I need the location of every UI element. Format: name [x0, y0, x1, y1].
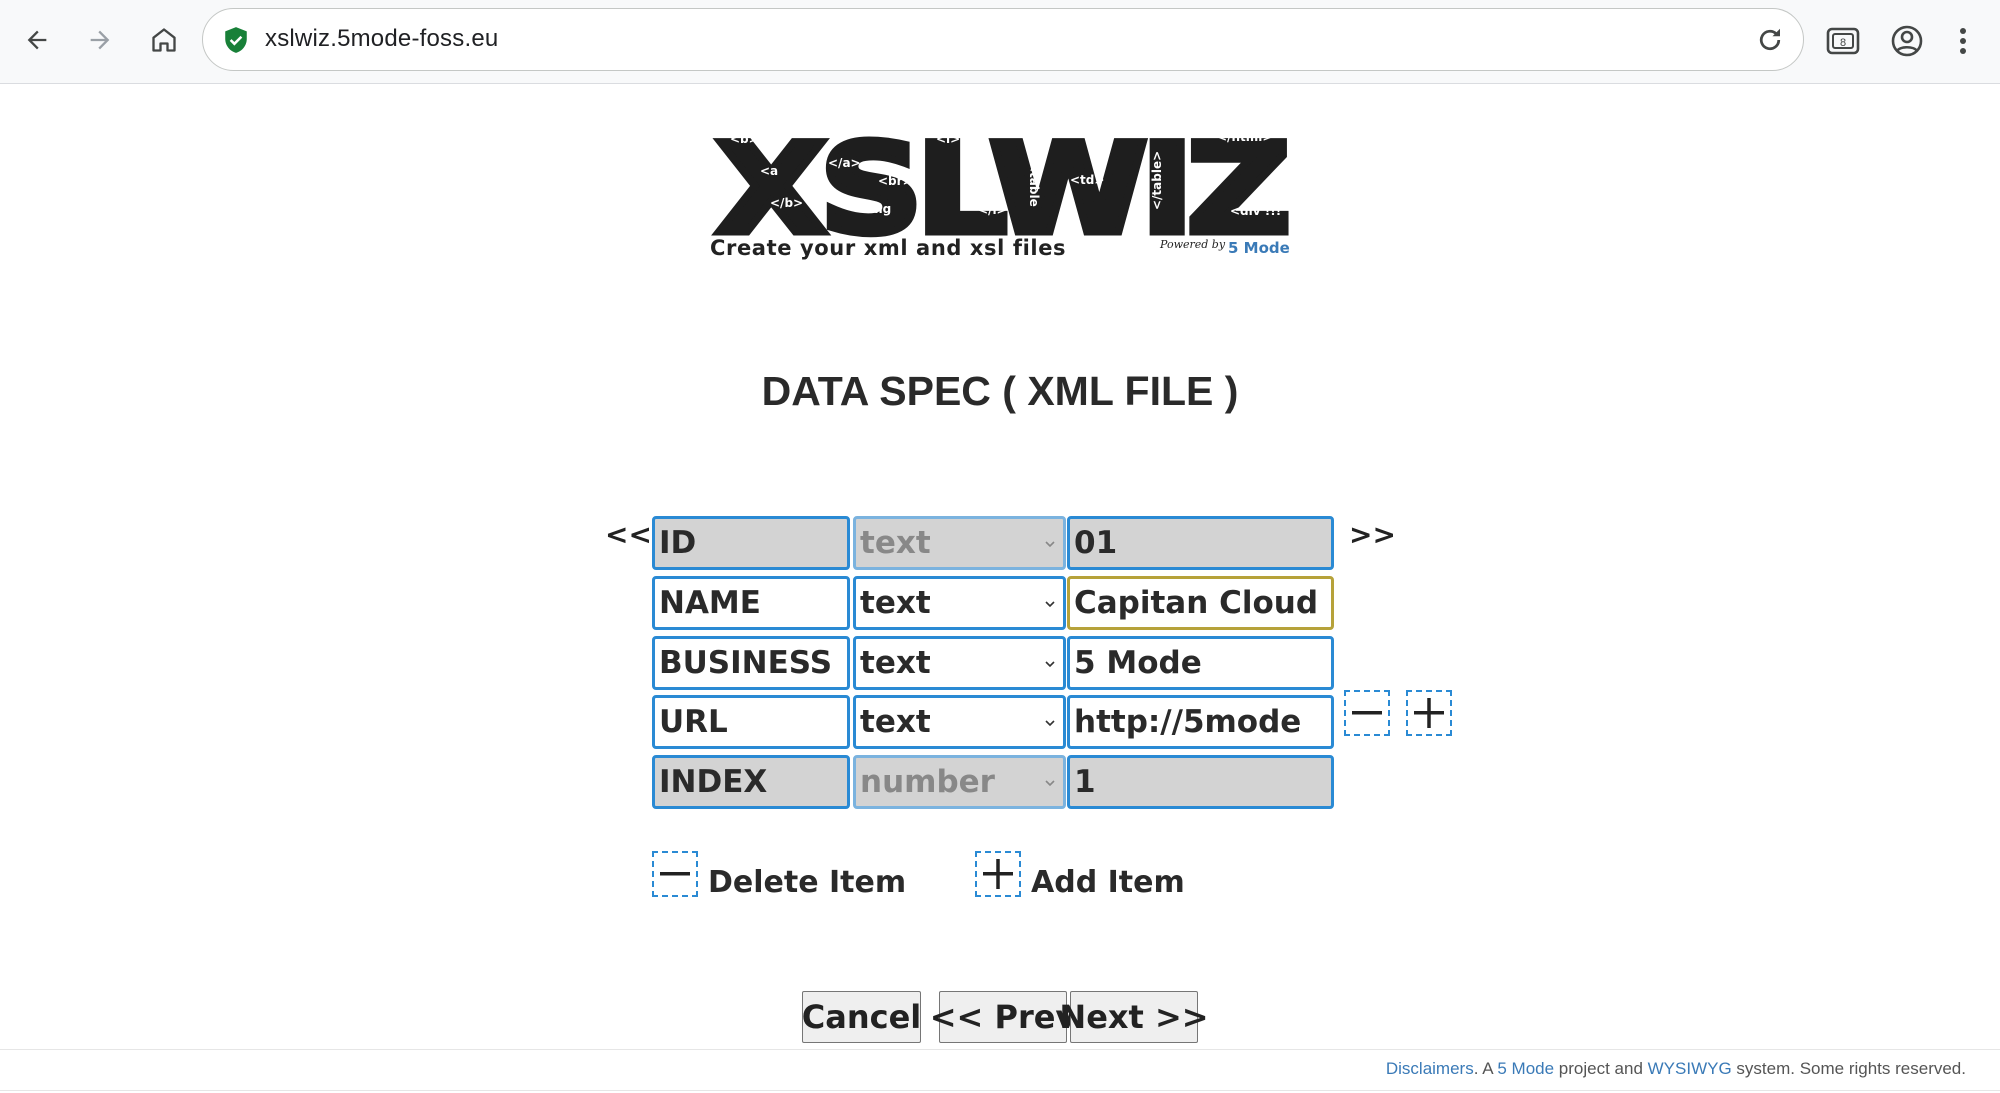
svg-text:<table: <table: [1027, 162, 1041, 207]
field-value-input[interactable]: 01: [1067, 516, 1334, 570]
reload-icon[interactable]: [1755, 25, 1785, 55]
powered-by-brand-link[interactable]: 5 Mode: [1228, 239, 1290, 257]
forward-button[interactable]: [77, 17, 123, 63]
add-item-label[interactable]: Add Item: [1031, 865, 1185, 900]
field-value-input[interactable]: http://5mode: [1067, 695, 1334, 749]
field-name-input[interactable]: INDEX: [652, 755, 850, 809]
kebab-menu-icon: [1960, 28, 1966, 54]
field-type-select[interactable]: number: [853, 755, 1066, 809]
delete-item-label[interactable]: Delete Item: [708, 865, 906, 900]
next-button[interactable]: Next >>: [1059, 991, 1209, 1043]
wysiwyg-link[interactable]: WYSIWYG: [1648, 1059, 1732, 1078]
tab-count: 8: [1840, 37, 1846, 49]
tagline: Create your xml and xsl files: [710, 236, 1067, 260]
disclaimers-link[interactable]: Disclaimers: [1386, 1059, 1474, 1078]
svg-text:</i>: </i>: [978, 203, 1007, 217]
forward-arrow-icon: [90, 30, 110, 50]
page-title: DATA SPEC ( XML FILE ): [761, 368, 1239, 414]
field-value-input[interactable]: 1: [1067, 755, 1334, 809]
tab-switcher-icon: 8: [1826, 27, 1860, 55]
remove-field-button[interactable]: [1344, 690, 1390, 736]
tab-switcher-button[interactable]: 8: [1822, 20, 1864, 62]
field-name-input[interactable]: NAME: [652, 576, 850, 630]
field-name-input[interactable]: ID: [652, 516, 850, 570]
svg-text:</b>: </b>: [770, 196, 803, 210]
field-type-select[interactable]: text: [853, 516, 1066, 570]
field-type-select[interactable]: text: [853, 636, 1066, 690]
add-field-button[interactable]: [1406, 690, 1452, 736]
field-value-input[interactable]: 5 Mode: [1067, 636, 1334, 690]
address-bar[interactable]: xslwiz.5mode-foss.eu: [202, 8, 1804, 71]
svg-text:<div !!!: <div !!!: [1230, 204, 1281, 218]
back-button[interactable]: [14, 17, 60, 63]
field-type-value: number: [860, 764, 995, 800]
chevron-down-icon: [1045, 780, 1055, 787]
home-icon: [152, 28, 176, 52]
chevron-down-icon: [1045, 720, 1055, 727]
home-button[interactable]: [141, 17, 187, 63]
next-record-link[interactable]: >>: [1349, 518, 1396, 551]
svg-text:</a>: </a>: [828, 156, 861, 170]
svg-text:<i>: <i>: [936, 132, 960, 146]
field-name-input[interactable]: URL: [652, 695, 850, 749]
back-arrow-icon: [27, 30, 47, 50]
field-type-select[interactable]: text: [853, 695, 1066, 749]
svg-text:<img: <img: [856, 202, 891, 216]
prev-record-link[interactable]: <<: [605, 518, 652, 551]
minus-icon: [1352, 711, 1382, 715]
svg-text:</html>: </html>: [1217, 130, 1272, 144]
field-type-value: text: [860, 645, 931, 681]
minus-icon: [660, 872, 690, 876]
5mode-link[interactable]: 5 Mode: [1497, 1059, 1554, 1078]
delete-item-button[interactable]: [652, 851, 698, 897]
browser-toolbar: xslwiz.5mode-foss.eu 8: [0, 0, 2000, 84]
plus-icon: [983, 859, 1013, 889]
footer-text: Disclaimers. A 5 Mode project and WYSIWY…: [1385, 1059, 1966, 1078]
svg-text:<td>: <td>: [1070, 173, 1104, 187]
field-name-input[interactable]: BUSINESS: [652, 636, 850, 690]
field-type-value: text: [860, 585, 931, 621]
add-item-button[interactable]: [975, 851, 1021, 897]
more-menu-button[interactable]: [1948, 20, 1978, 62]
field-type-value: text: [860, 525, 931, 561]
field-type-select[interactable]: text: [853, 576, 1066, 630]
field-value-input[interactable]: Capitan Cloud: [1067, 576, 1334, 630]
plus-icon: [1414, 698, 1444, 728]
prev-button[interactable]: << Prev: [930, 991, 1076, 1043]
secure-shield-icon: [225, 27, 247, 53]
page-footer: Disclaimers. A 5 Mode project and WYSIWY…: [0, 1049, 2000, 1091]
chevron-down-icon: [1045, 541, 1055, 548]
url-text[interactable]: xslwiz.5mode-foss.eu: [265, 25, 498, 53]
svg-text:<br>: <br>: [878, 174, 913, 188]
powered-by-label: Powered by: [1160, 238, 1226, 251]
field-type-value: text: [860, 704, 931, 740]
account-icon: [1891, 25, 1923, 57]
profile-button[interactable]: [1886, 20, 1928, 62]
chevron-down-icon: [1045, 601, 1055, 608]
chevron-down-icon: [1045, 661, 1055, 668]
svg-text:</table>: </table>: [1150, 151, 1164, 210]
svg-text:<b>: <b>: [730, 132, 759, 146]
svg-text:<a: <a: [760, 164, 778, 178]
cancel-button[interactable]: Cancel: [802, 991, 921, 1043]
